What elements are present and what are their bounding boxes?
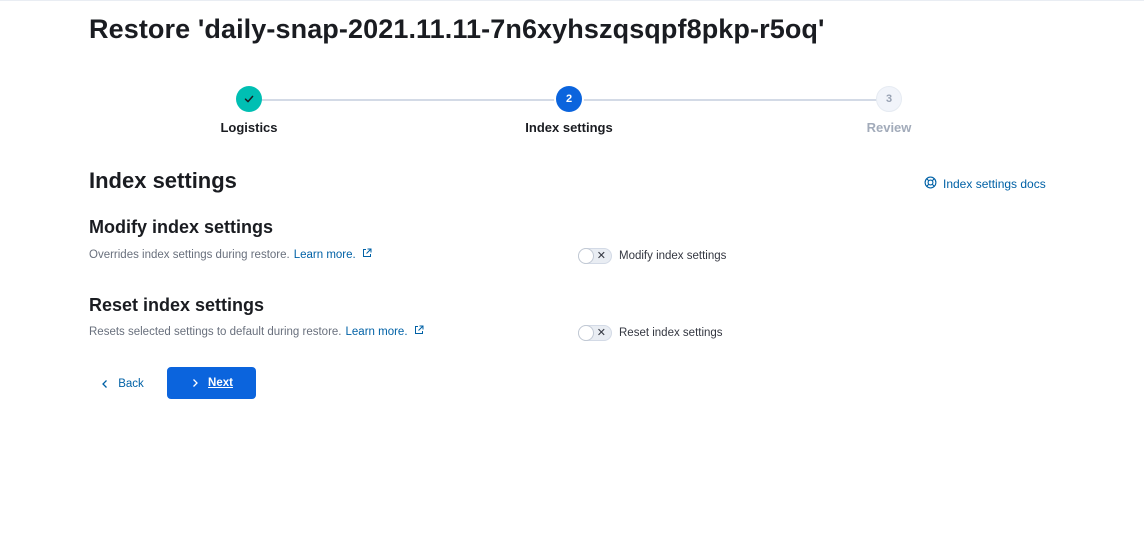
step-number: 2 bbox=[556, 86, 582, 112]
learn-more-label: Learn more. bbox=[293, 249, 356, 261]
page-title: Restore 'daily-snap-2021.11.11-7n6xyhszq… bbox=[89, 14, 825, 44]
step-title: Index settings bbox=[525, 120, 613, 135]
description-text: Overrides index settings during restore. bbox=[89, 248, 290, 261]
reset-settings-switch[interactable]: ✕ bbox=[578, 325, 612, 341]
modify-settings-title: Modify index settings bbox=[89, 217, 274, 237]
external-link-icon bbox=[414, 325, 424, 334]
back-button[interactable]: Back bbox=[89, 369, 155, 399]
cross-icon: ✕ bbox=[596, 250, 606, 262]
chevron-right-icon bbox=[193, 379, 198, 387]
index-settings-docs-link[interactable]: Index settings docs bbox=[924, 176, 1046, 192]
step-complete-check-icon bbox=[236, 86, 262, 112]
switch-knob bbox=[578, 248, 594, 264]
section-title: Index settings bbox=[89, 168, 237, 193]
back-button-label: Back bbox=[118, 378, 144, 390]
reset-settings-switch-row: ✕ Reset index settings bbox=[578, 325, 723, 341]
external-link-icon bbox=[362, 248, 372, 257]
modify-settings-switch-row: ✕ Modify index settings bbox=[578, 248, 726, 264]
reset-settings-title: Reset index settings bbox=[89, 295, 265, 315]
learn-more-label: Learn more. bbox=[345, 326, 408, 338]
step-title: Logistics bbox=[220, 120, 278, 135]
learn-more-link[interactable]: Learn more. bbox=[346, 325, 424, 338]
switch-label: Reset index settings bbox=[619, 327, 723, 339]
switch-label: Modify index settings bbox=[619, 250, 727, 262]
step-review: 3 Review bbox=[789, 86, 989, 135]
step-title: Review bbox=[866, 120, 912, 135]
switch-knob bbox=[578, 325, 594, 341]
top-border bbox=[0, 0, 1144, 1]
help-lifebuoy-icon bbox=[924, 176, 937, 192]
learn-more-link[interactable]: Learn more. bbox=[294, 248, 372, 261]
chevron-left-icon bbox=[102, 380, 108, 388]
next-button-label: Next bbox=[208, 377, 233, 389]
description-text: Resets selected settings to default duri… bbox=[89, 325, 342, 338]
steps-progress: Logistics 2 Index settings 3 Review bbox=[0, 86, 1144, 146]
docs-link-label: Index settings docs bbox=[943, 177, 1046, 191]
next-button[interactable]: Next bbox=[167, 367, 256, 399]
cross-icon: ✕ bbox=[596, 327, 606, 339]
step-number: 3 bbox=[876, 86, 902, 112]
step-logistics[interactable]: Logistics bbox=[149, 86, 349, 135]
modify-settings-description: Overrides index settings during restore.… bbox=[89, 248, 372, 261]
reset-settings-description: Resets selected settings to default duri… bbox=[89, 325, 424, 338]
modify-settings-switch[interactable]: ✕ bbox=[578, 248, 612, 264]
step-index-settings[interactable]: 2 Index settings bbox=[469, 86, 669, 135]
